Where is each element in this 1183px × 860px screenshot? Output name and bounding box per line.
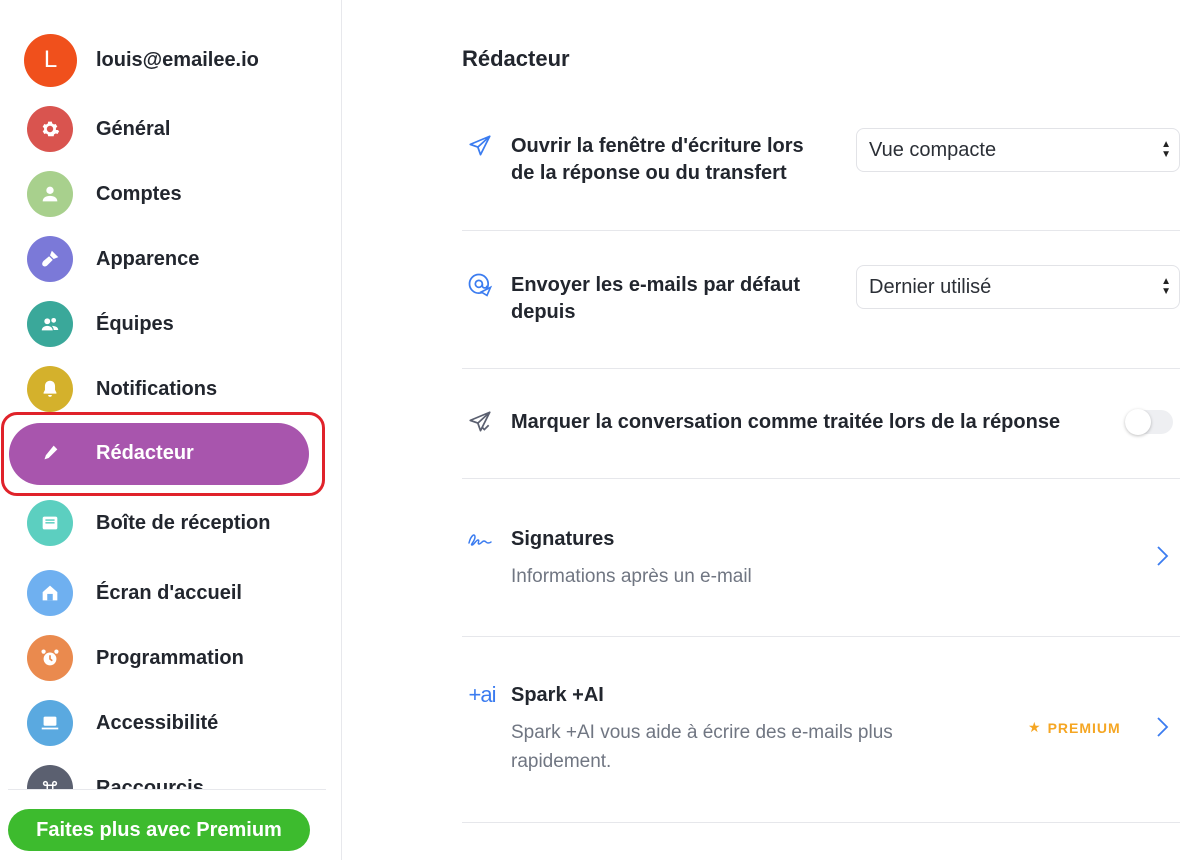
sidebar-item-teams[interactable]: Équipes [0,294,341,354]
setting-row-open-composer: Ouvrir la fenêtre d'écriture lors de la … [462,128,1180,218]
toggle-knob [1125,409,1151,435]
person-icon [27,171,73,217]
row-divider [462,230,1180,231]
send-check-icon [462,404,498,440]
row-divider [462,636,1180,637]
settings-sidebar: L louis@emailee.io Général Comptes Appar… [0,0,342,860]
sidebar-account[interactable]: L louis@emailee.io [0,30,341,90]
sidebar-item-home-screen[interactable]: Écran d'accueil [0,563,341,623]
default-sender-select[interactable]: Dernier utilisé ▲ ▼ [856,265,1180,309]
command-icon [27,765,73,790]
team-icon [27,301,73,347]
signature-icon [462,522,498,558]
gear-icon [27,106,73,152]
chevron-right-icon[interactable] [1152,715,1172,739]
sidebar-item-composer[interactable]: Rédacteur [0,423,341,485]
setting-row-signatures[interactable]: Signatures Informations après un e-mail [462,522,1180,602]
setting-label: Signatures [511,528,615,550]
setting-label: Envoyer les e-mails par défaut depuis [511,274,801,323]
select-arrows-icon: ▲ ▼ [1161,276,1171,297]
sidebar-item-label: Comptes [96,182,182,205]
sidebar-item-label: Boîte de réception [96,511,271,534]
inbox-icon [27,500,73,546]
sidebar-item-label: Équipes [96,312,174,335]
sidebar-item-label: Rédacteur [96,441,194,464]
premium-badge: ★ PREMIUM [1028,719,1121,736]
sidebar-item-label: Notifications [96,377,218,400]
home-icon [27,570,73,616]
sidebar-item-shortcuts[interactable]: Raccourcis [0,758,341,790]
at-send-icon [462,267,498,303]
mark-done-toggle[interactable] [1125,409,1173,435]
settings-nav: L louis@emailee.io Général Comptes Appar… [0,0,341,790]
avatar: L [24,33,77,87]
sidebar-item-accessibility[interactable]: Accessibilité [0,693,341,753]
premium-label: PREMIUM [1047,719,1121,736]
sidebar-divider [8,789,326,790]
setting-subtitle: Informations après un e-mail [511,566,752,587]
select-value: Vue compacte [869,138,997,161]
sidebar-item-label: Écran d'accueil [96,581,242,604]
account-email: louis@emailee.io [96,48,259,71]
setting-label: Marquer la conversation comme traitée lo… [511,411,1061,433]
setting-row-default-sender: Envoyer les e-mails par défaut depuis De… [462,265,1180,355]
sidebar-item-general[interactable]: Général [0,99,341,159]
laptop-icon [27,700,73,746]
row-divider [462,478,1180,479]
sidebar-item-label: Programmation [96,646,244,669]
sidebar-item-label: Raccourcis [96,776,204,791]
sidebar-item-inbox[interactable]: Boîte de réception [0,493,341,553]
bell-icon [27,366,73,412]
chevron-right-icon[interactable] [1152,544,1172,568]
row-divider [462,822,1180,823]
row-divider [462,368,1180,369]
send-icon [462,128,498,164]
composer-mode-select[interactable]: Vue compacte ▲ ▼ [856,128,1180,172]
select-arrows-icon: ▲ ▼ [1161,139,1171,160]
setting-subtitle: Spark +AI vous aide à écrire des e-mails… [511,722,893,772]
setting-label: Spark +AI [511,684,604,706]
spark-ai-icon: +ai [468,682,497,707]
setting-label: Ouvrir la fenêtre d'écriture lors de la … [511,135,804,184]
sidebar-item-label: Accessibilité [96,711,219,734]
paintbrush-icon [27,236,73,282]
sidebar-item-label: Apparence [96,247,200,270]
sidebar-item-notifications[interactable]: Notifications [0,359,341,419]
select-value: Dernier utilisé [869,275,992,298]
sidebar-item-accounts[interactable]: Comptes [0,164,341,224]
star-icon: ★ [1028,719,1042,735]
upgrade-premium-button[interactable]: Faites plus avec Premium [8,809,310,851]
sidebar-item-appearance[interactable]: Apparence [0,229,341,289]
sidebar-item-label: Général [96,117,171,140]
settings-panel: Rédacteur Ouvrir la fenêtre d'écriture l… [342,0,1183,860]
pen-icon [27,430,73,476]
page-title: Rédacteur [462,46,570,71]
sidebar-item-scheduling[interactable]: Programmation [0,628,341,688]
setting-row-mark-done: Marquer la conversation comme traitée lo… [462,404,1180,444]
alarm-clock-icon [27,635,73,681]
setting-row-spark-ai[interactable]: +ai Spark +AI Spark +AI vous aide à écri… [462,680,1180,790]
